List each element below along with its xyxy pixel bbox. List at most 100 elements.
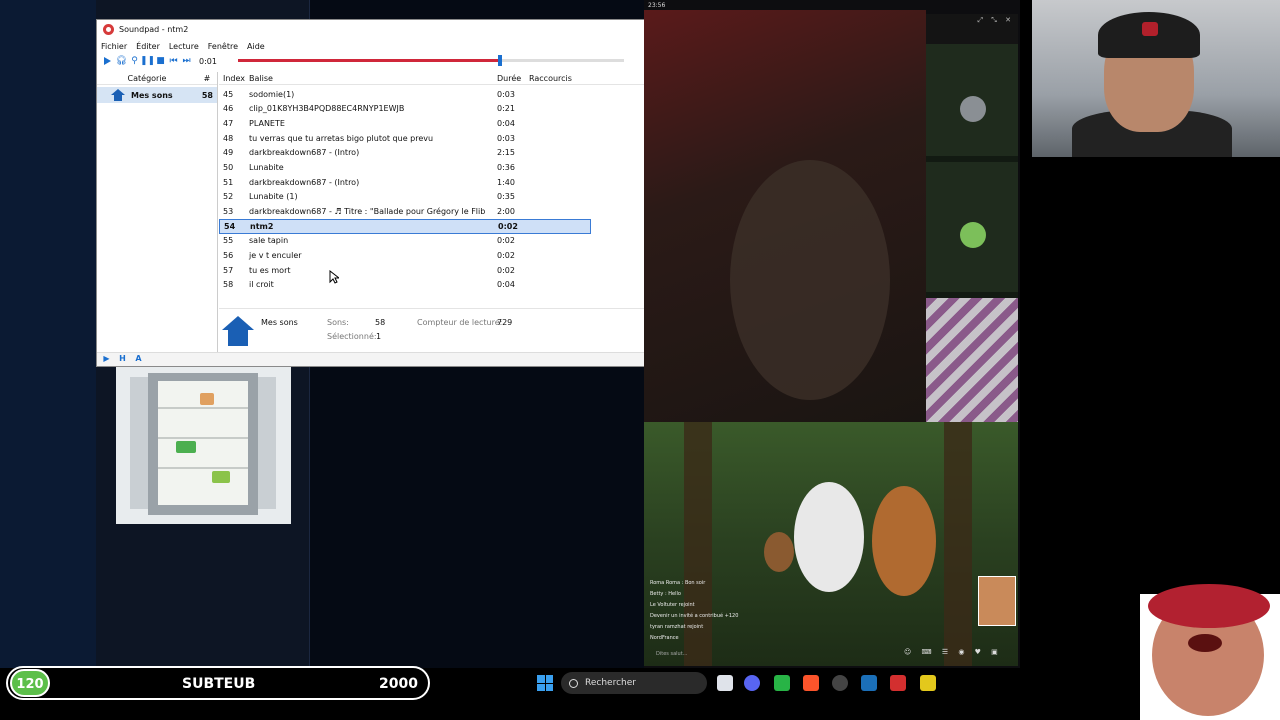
sound-row[interactable]: 49 darkbreakdown687 - (Intro) 2:15	[219, 146, 591, 161]
chat-toolbar-icons[interactable]: ☺ ⌨ ☰ ◉ ♥ ▣	[904, 648, 1016, 662]
sound-row[interactable]: 46 clip_01K8YH3B4PQD88EC4RNYP1EWJB 0:21	[219, 102, 591, 117]
sound-duration: 0:02	[497, 236, 515, 246]
fridge-door-left	[130, 377, 150, 509]
discord-icon[interactable]	[744, 675, 760, 691]
taskbar-search[interactable]: Rechercher	[561, 672, 707, 694]
fridge-food	[200, 393, 214, 405]
sound-duration: 0:04	[497, 119, 515, 129]
status-h-button[interactable]: H	[116, 354, 129, 365]
sub-count-badge: 120	[10, 669, 50, 697]
menu-editer[interactable]: Éditer	[136, 42, 160, 51]
taskbar: Rechercher	[430, 668, 1140, 700]
menu-aide[interactable]: Aide	[247, 42, 265, 51]
progress-slider[interactable]	[238, 55, 624, 66]
sound-duration: 2:00	[497, 207, 515, 217]
sound-row[interactable]: 52 Lunabite (1) 0:35	[219, 190, 591, 205]
sound-row[interactable]: 55 sale tapin 0:02	[219, 234, 591, 249]
sub-goal-overlay: 120 SUBTEUB 2000	[6, 666, 430, 700]
next-icon[interactable]: ⏭︎	[180, 55, 193, 67]
category-item-mes-sons[interactable]: Mes sons 58	[97, 87, 217, 103]
shortcuts-column-header[interactable]: Raccourcis	[527, 74, 591, 83]
sound-duration: 0:03	[497, 133, 515, 143]
title-bar[interactable]: Soundpad - ntm2 ─ ☐ ✕	[97, 20, 725, 39]
sound-row[interactable]: 53 darkbreakdown687 - ♬ Titre : "Ballade …	[219, 204, 591, 219]
soundpad-logo-icon	[103, 24, 114, 35]
sound-index: 46	[223, 104, 234, 114]
sound-row[interactable]: 45 sodomie(1) 0:03	[219, 87, 591, 102]
duration-column-header[interactable]: Durée	[497, 74, 527, 83]
category-label: Mes sons	[131, 90, 173, 100]
category-column-header[interactable]: Catégorie	[97, 74, 197, 83]
sound-row[interactable]: 56 je v t enculer 0:02	[219, 248, 591, 263]
count-column-header[interactable]: #	[197, 74, 217, 83]
selected-label: Sélectionné:	[327, 332, 377, 341]
previous-icon[interactable]: ⏮︎	[167, 55, 180, 67]
steam-icon[interactable]	[861, 675, 877, 691]
participant-avatar	[960, 222, 986, 248]
chat-message: tyran ramzhat rejoint	[650, 624, 704, 630]
status-a-button[interactable]: A	[132, 354, 145, 365]
sound-duration: 0:02	[497, 265, 515, 275]
fridge-shelf	[158, 407, 248, 409]
sound-row[interactable]: 51 darkbreakdown687 - (Intro) 1:40	[219, 175, 591, 190]
headphones-play-icon[interactable]: 🎧︎	[115, 55, 128, 67]
play-icon[interactable]	[104, 57, 111, 65]
sound-tag: ntm2	[250, 221, 274, 231]
fridge-vegetables	[176, 441, 196, 453]
sound-index: 45	[223, 89, 234, 99]
search-label: Rechercher	[585, 678, 636, 688]
participant-tile[interactable]	[926, 44, 1018, 156]
windows-start-icon[interactable]	[537, 675, 553, 691]
player-toolbar: 🎧︎ ⚲ ❚❚ ■ ⏮︎ ⏭︎ 0:01 🎧︎	[97, 53, 725, 69]
sound-row[interactable]: 58 il croit 0:04	[219, 278, 591, 293]
bear-figure	[872, 486, 936, 596]
menu-fichier[interactable]: Fichier	[101, 42, 127, 51]
yellow-app-icon[interactable]	[920, 675, 936, 691]
sound-duration: 0:35	[497, 192, 515, 202]
fridge-shelf	[158, 437, 248, 439]
sound-row-selected[interactable]: 54 ntm2 0:02	[219, 218, 591, 234]
sound-row[interactable]: 50 Lunabite 0:36	[219, 160, 591, 175]
sound-tag: il croit	[249, 280, 274, 290]
sound-index: 57	[223, 265, 234, 275]
sound-row[interactable]: 48 tu verras que tu arretas bigo plutot q…	[219, 131, 591, 146]
sound-row[interactable]: 57 tu es mort 0:02	[219, 263, 591, 278]
tag-column-header[interactable]: Balise	[249, 74, 497, 83]
sound-duration: 1:40	[497, 177, 515, 187]
sound-duration: 0:02	[498, 221, 518, 231]
stop-icon[interactable]: ■	[154, 55, 167, 67]
sound-tag: sale tapin	[249, 236, 289, 246]
progress-handle[interactable]	[498, 55, 503, 66]
window-title: Soundpad - ntm2	[119, 25, 189, 34]
window-controls-icon[interactable]: ⤢ ⤡ ✕	[977, 16, 1014, 25]
chat-message: Roma Roma : Bon soir	[650, 580, 706, 586]
participants-header: ⤢ ⤡ ✕	[926, 14, 1018, 44]
sound-tag: je v t enculer	[249, 251, 302, 261]
fridge-vegetables	[212, 471, 230, 483]
sound-index: 56	[223, 251, 234, 261]
menu-lecture[interactable]: Lecture	[169, 42, 199, 51]
desktop: Soundpad - ntm2 ─ ☐ ✕ Fichier Éditer Lec…	[0, 0, 1280, 720]
task-view-icon[interactable]	[717, 675, 733, 691]
status-play-button[interactable]: ▶	[100, 354, 113, 365]
sound-tag: tu verras que tu arretas bigo plutot que…	[249, 133, 434, 143]
chat-message: Betty : Hello	[650, 591, 681, 597]
pause-icon[interactable]: ❚❚	[140, 55, 155, 67]
participant-tile-video[interactable]	[926, 298, 1018, 422]
brave-icon[interactable]	[803, 675, 819, 691]
sound-tag: clip_01K8YH3B4PQD88EC4RNYP1EWJB	[249, 104, 405, 114]
sound-tag: tu es mort	[249, 265, 291, 275]
participant-tile[interactable]	[926, 162, 1018, 292]
category-home-icon	[222, 316, 254, 346]
sound-row[interactable]: 47 PLANETE 0:04	[219, 116, 591, 131]
index-column-header[interactable]: Index	[219, 74, 249, 83]
bulls-logo-icon	[1142, 22, 1158, 36]
youtube-icon[interactable]	[890, 675, 906, 691]
fridge-door-right	[256, 377, 276, 509]
menu-fenetre[interactable]: Fenêtre	[208, 42, 238, 51]
sound-index: 48	[223, 133, 234, 143]
settings-gear-icon[interactable]	[832, 675, 848, 691]
green-app-icon[interactable]	[774, 675, 790, 691]
participant-tiles	[926, 44, 1018, 422]
sound-duration: 0:21	[497, 104, 515, 114]
